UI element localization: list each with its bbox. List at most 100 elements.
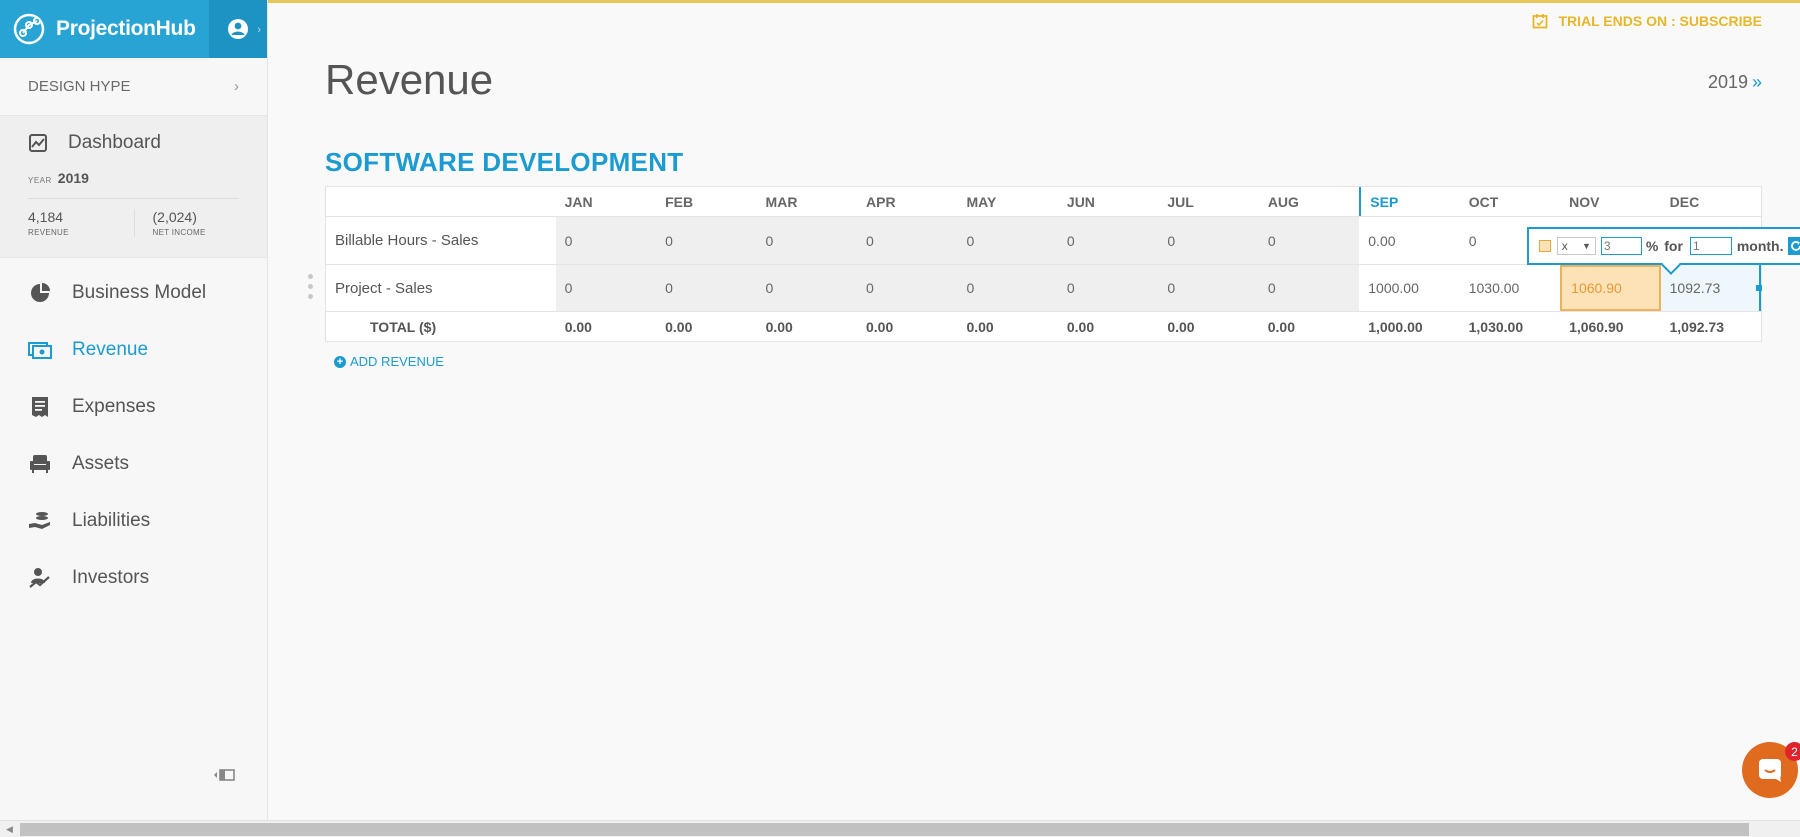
sidebar-item-label: Business Model (72, 281, 207, 303)
dropdown-arrow-icon: ▼ (1581, 241, 1591, 251)
month-header: NOV (1569, 193, 1600, 210)
total-cell: 0.00 (966, 319, 994, 335)
total-cell: 0.00 (1167, 319, 1195, 335)
row-name[interactable]: Billable Hours - Sales (326, 217, 556, 264)
sidebar-item-investors[interactable]: Investors (0, 549, 267, 606)
trial-banner[interactable]: TRIAL ENDS ON : SUBSCRIBE (1532, 13, 1762, 29)
dashboard-link[interactable]: Dashboard (28, 132, 239, 154)
dashboard-icon (29, 134, 47, 152)
table-cell: 0 (1258, 265, 1360, 311)
table-cell: 0 (1258, 217, 1360, 264)
table-cell-editable[interactable]: 0.00 (1359, 217, 1459, 264)
table-cell: 0 (957, 265, 1058, 311)
app-name: ProjectionHub (56, 17, 196, 40)
month-header: JUL (1167, 193, 1194, 210)
operator-value: x (1561, 239, 1568, 253)
total-cell: 0.00 (564, 319, 592, 335)
table-cell: 0 (656, 265, 757, 311)
plus-circle-icon: + (334, 355, 346, 368)
growth-checkbox[interactable] (1539, 240, 1551, 252)
cash-icon (28, 338, 52, 362)
chat-icon (1759, 759, 1781, 782)
fill-handle[interactable] (1756, 285, 1763, 291)
month-header-current: SEP (1359, 187, 1459, 216)
sidebar-item-label: Revenue (72, 338, 149, 360)
year-selector-value: 2019 (1707, 72, 1748, 92)
table-cell: 0 (555, 217, 657, 264)
percent-label: % (1645, 238, 1659, 254)
year-selector[interactable]: 2019» (1708, 72, 1762, 93)
dashboard-summary: Dashboard YEAR 2019 4,184 REVENUE (2,024… (0, 116, 267, 258)
month-header: APR (866, 193, 896, 210)
month-header: OCT (1468, 193, 1499, 210)
horizontal-scrollbar[interactable]: ◀ (0, 820, 1800, 837)
sidebar-item-assets[interactable]: Assets (0, 435, 267, 492)
month-header: JUN (1066, 193, 1095, 210)
add-revenue-button[interactable]: + ADD REVENUE (334, 354, 444, 369)
pie-chart-icon (28, 281, 52, 305)
table-cell-highlighted[interactable]: 1060.90 (1560, 265, 1661, 311)
calendar-icon (1533, 14, 1548, 29)
sidebar-item-business-model[interactable]: Business Model (0, 264, 267, 321)
months-input[interactable]: 1 (1689, 237, 1732, 255)
operator-select[interactable]: x ▼ (1556, 237, 1596, 255)
month-header: MAY (966, 193, 997, 210)
sidebar-item-expenses[interactable]: Expenses (0, 378, 267, 435)
scroll-left-icon[interactable]: ◀ (6, 824, 13, 835)
table-cell: 0 (756, 265, 857, 311)
sidebar-item-revenue[interactable]: Revenue (0, 321, 267, 378)
revenue-stat: 4,184 REVENUE (28, 209, 134, 237)
table-cell: 0 (1057, 217, 1159, 264)
top-accent-bar (268, 0, 1800, 3)
revenue-stat-value: 4,184 (28, 209, 64, 225)
sidebar-item-label: Assets (72, 452, 130, 474)
user-icon (228, 19, 248, 39)
table-cell-value: 1092.73 (1669, 280, 1721, 296)
total-cell: 0.00 (765, 319, 793, 335)
user-menu-button[interactable]: › (209, 0, 267, 58)
hand-coins-icon (28, 509, 52, 533)
table-cell: 0 (857, 217, 958, 264)
investor-icon (28, 566, 52, 590)
table-cell: 0 (957, 217, 1058, 264)
collapse-sidebar-icon[interactable] (212, 768, 236, 782)
total-label: TOTAL ($) (370, 319, 437, 335)
projectionhub-logo-icon (13, 13, 45, 45)
table-cell: 0 (1158, 265, 1259, 311)
total-cell: 0.00 (1267, 319, 1295, 335)
table-cell: 0 (1158, 217, 1259, 264)
total-cell: 0.00 (866, 319, 894, 335)
dashboard-label: Dashboard (68, 132, 161, 153)
brand-header: ProjectionHub › (0, 0, 267, 58)
total-row: TOTAL ($) 0.00 0.00 0.00 0.00 0.00 0.00 … (326, 312, 1761, 342)
notification-badge: 2 (1785, 742, 1800, 761)
dashboard-stats: 4,184 REVENUE (2,024) NET INCOME (28, 209, 239, 237)
table-cell: 0 (1057, 265, 1159, 311)
drag-handle-icon[interactable] (308, 274, 314, 304)
months-label: month. (1736, 238, 1784, 254)
net-income-stat-label: NET INCOME (152, 228, 206, 237)
trial-text: TRIAL ENDS ON : SUBSCRIBE (1558, 13, 1762, 29)
table-cell-editable[interactable]: 1000.00 (1359, 265, 1459, 311)
total-cell: 0.00 (665, 319, 693, 335)
table-cell: 0 (756, 217, 857, 264)
armchair-icon (28, 452, 52, 476)
row-name[interactable]: Project - Sales (326, 265, 556, 311)
next-year-icon[interactable]: » (1752, 72, 1762, 92)
percent-input[interactable]: 3 (1600, 237, 1642, 255)
growth-popup: x ▼ 3 % for 1 month. (1527, 227, 1800, 275)
apply-growth-button[interactable] (1787, 237, 1800, 255)
dashboard-year: YEAR 2019 (28, 170, 239, 199)
sidebar-item-label: Expenses (72, 395, 156, 417)
month-header: FEB (665, 193, 694, 210)
table-cell-editable[interactable]: 1030.00 (1460, 265, 1560, 311)
header-name-cell (326, 187, 556, 216)
section-title: SOFTWARE DEVELOPMENT (325, 147, 684, 177)
company-selector[interactable]: DESIGN HYPE › (0, 58, 267, 116)
scrollbar-thumb[interactable] (20, 823, 1749, 836)
table-cell-selected[interactable]: 1092.73 (1660, 265, 1763, 311)
sidebar-item-liabilities[interactable]: Liabilities (0, 492, 267, 549)
total-cell: 1,000.00 (1368, 319, 1423, 335)
chat-launcher-button[interactable]: 2 (1742, 742, 1800, 798)
table-row: Project - Sales 0 0 0 0 0 0 0 0 1000.00 … (326, 265, 1763, 312)
